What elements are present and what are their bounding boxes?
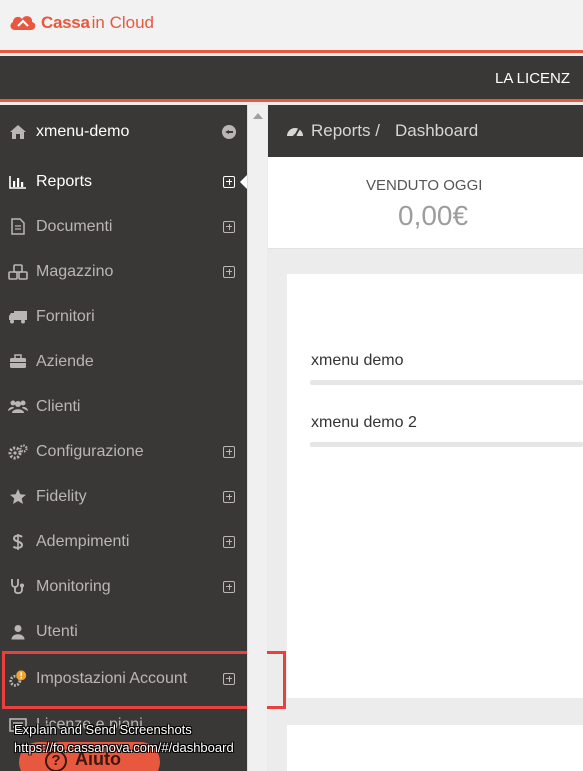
sidebar-item-aziende[interactable]: Aziende [0,339,247,384]
gears-icon [8,442,28,462]
sidebar-item-label: Reports [36,172,93,190]
sidebar-item-label: Clienti [36,397,81,415]
sidebar-scrollbar[interactable] [247,105,267,771]
brand-name-light: in Cloud [91,13,154,32]
sidebar-item-utenti[interactable]: Utenti [0,609,247,654]
expand-icon[interactable] [223,175,235,188]
home-icon [8,122,28,142]
sidebar-header-label: xmenu-demo [36,122,130,140]
sidebar-item-documenti[interactable]: Documenti [0,204,247,249]
scroll-up-arrow-icon[interactable] [253,113,263,119]
truck-icon [8,307,28,327]
secondary-panel [287,725,583,771]
breadcrumb-page: Dashboard [395,121,479,140]
dashboard-icon [287,128,303,138]
sales-today-card: VENDUTO OGGI 0,00€ [268,157,583,249]
sidebar-item-label: Configurazione [36,442,144,460]
overlay-title: Explain and Send Screenshots [14,722,192,737]
shop-progress-bar [310,442,583,447]
sidebar-item-fornitori[interactable]: Fornitori [0,294,247,339]
sidebar-item-monitoring[interactable]: Monitoring [0,564,247,609]
star-icon [8,487,28,507]
expand-icon[interactable] [223,265,235,278]
user-icon [8,622,28,642]
sidebar-item-label: Magazzino [36,262,114,280]
briefcase-icon [8,352,28,372]
sidebar-item-fidelity[interactable]: Fidelity [0,474,247,519]
top-bar: Cassa in Cloud [0,0,583,53]
expand-icon[interactable] [223,445,235,458]
dollar-icon [8,532,28,552]
sidebar-item-reports[interactable]: Reports [0,159,247,204]
cubes-icon [8,262,28,282]
cloud-logo-icon [10,16,36,30]
sidebar-item-label: Documenti [36,217,113,235]
shop-progress-bar [310,380,583,385]
users-icon [8,397,28,417]
document-icon [8,217,28,237]
expand-icon[interactable] [223,535,235,548]
back-circle-icon[interactable] [222,124,236,139]
license-notice[interactable]: LA LICENZ [495,70,570,87]
brand-name-bold: Cassa [41,13,90,32]
sidebar-item-label: Fidelity [36,487,87,505]
license-bar: LA LICENZ [0,56,583,102]
stethoscope-icon [8,577,28,597]
sales-today-value: 0,00€ [398,200,469,231]
sales-today-label: VENDUTO OGGI [366,177,483,194]
sidebar-item-label: Aziende [36,352,94,370]
shop-name[interactable]: xmenu demo 2 [311,414,417,432]
breadcrumb-section[interactable]: Reports / [311,121,380,141]
sidebar-item-magazzino[interactable]: Magazzino [0,249,247,294]
sidebar-item-label: Adempimenti [36,532,130,550]
brand-logo[interactable]: Cassa in Cloud [8,12,154,34]
shop-name[interactable]: xmenu demo [311,352,404,370]
sidebar-item-configurazione[interactable]: Configurazione [0,429,247,474]
breadcrumb: Reports / Dashboard [268,105,583,157]
shops-panel: xmenu demo xmenu demo 2 [287,274,583,698]
expand-icon[interactable] [223,490,235,503]
highlight-box [2,651,286,709]
active-caret-icon [240,174,247,189]
sidebar-item-clienti[interactable]: Clienti [0,384,247,429]
expand-icon[interactable] [223,580,235,593]
sidebar-item-label: Utenti [36,622,78,640]
sidebar-item-label: Monitoring [36,577,111,595]
sidebar-item-adempimenti[interactable]: Adempimenti [0,519,247,564]
sidebar-header-shop[interactable]: xmenu-demo [0,109,247,154]
expand-icon[interactable] [223,220,235,233]
bar-chart-icon [8,172,28,192]
sidebar-item-label: Fornitori [36,307,95,325]
overlay-url: https://fo.cassanova.com/#/dashboard [14,740,234,755]
